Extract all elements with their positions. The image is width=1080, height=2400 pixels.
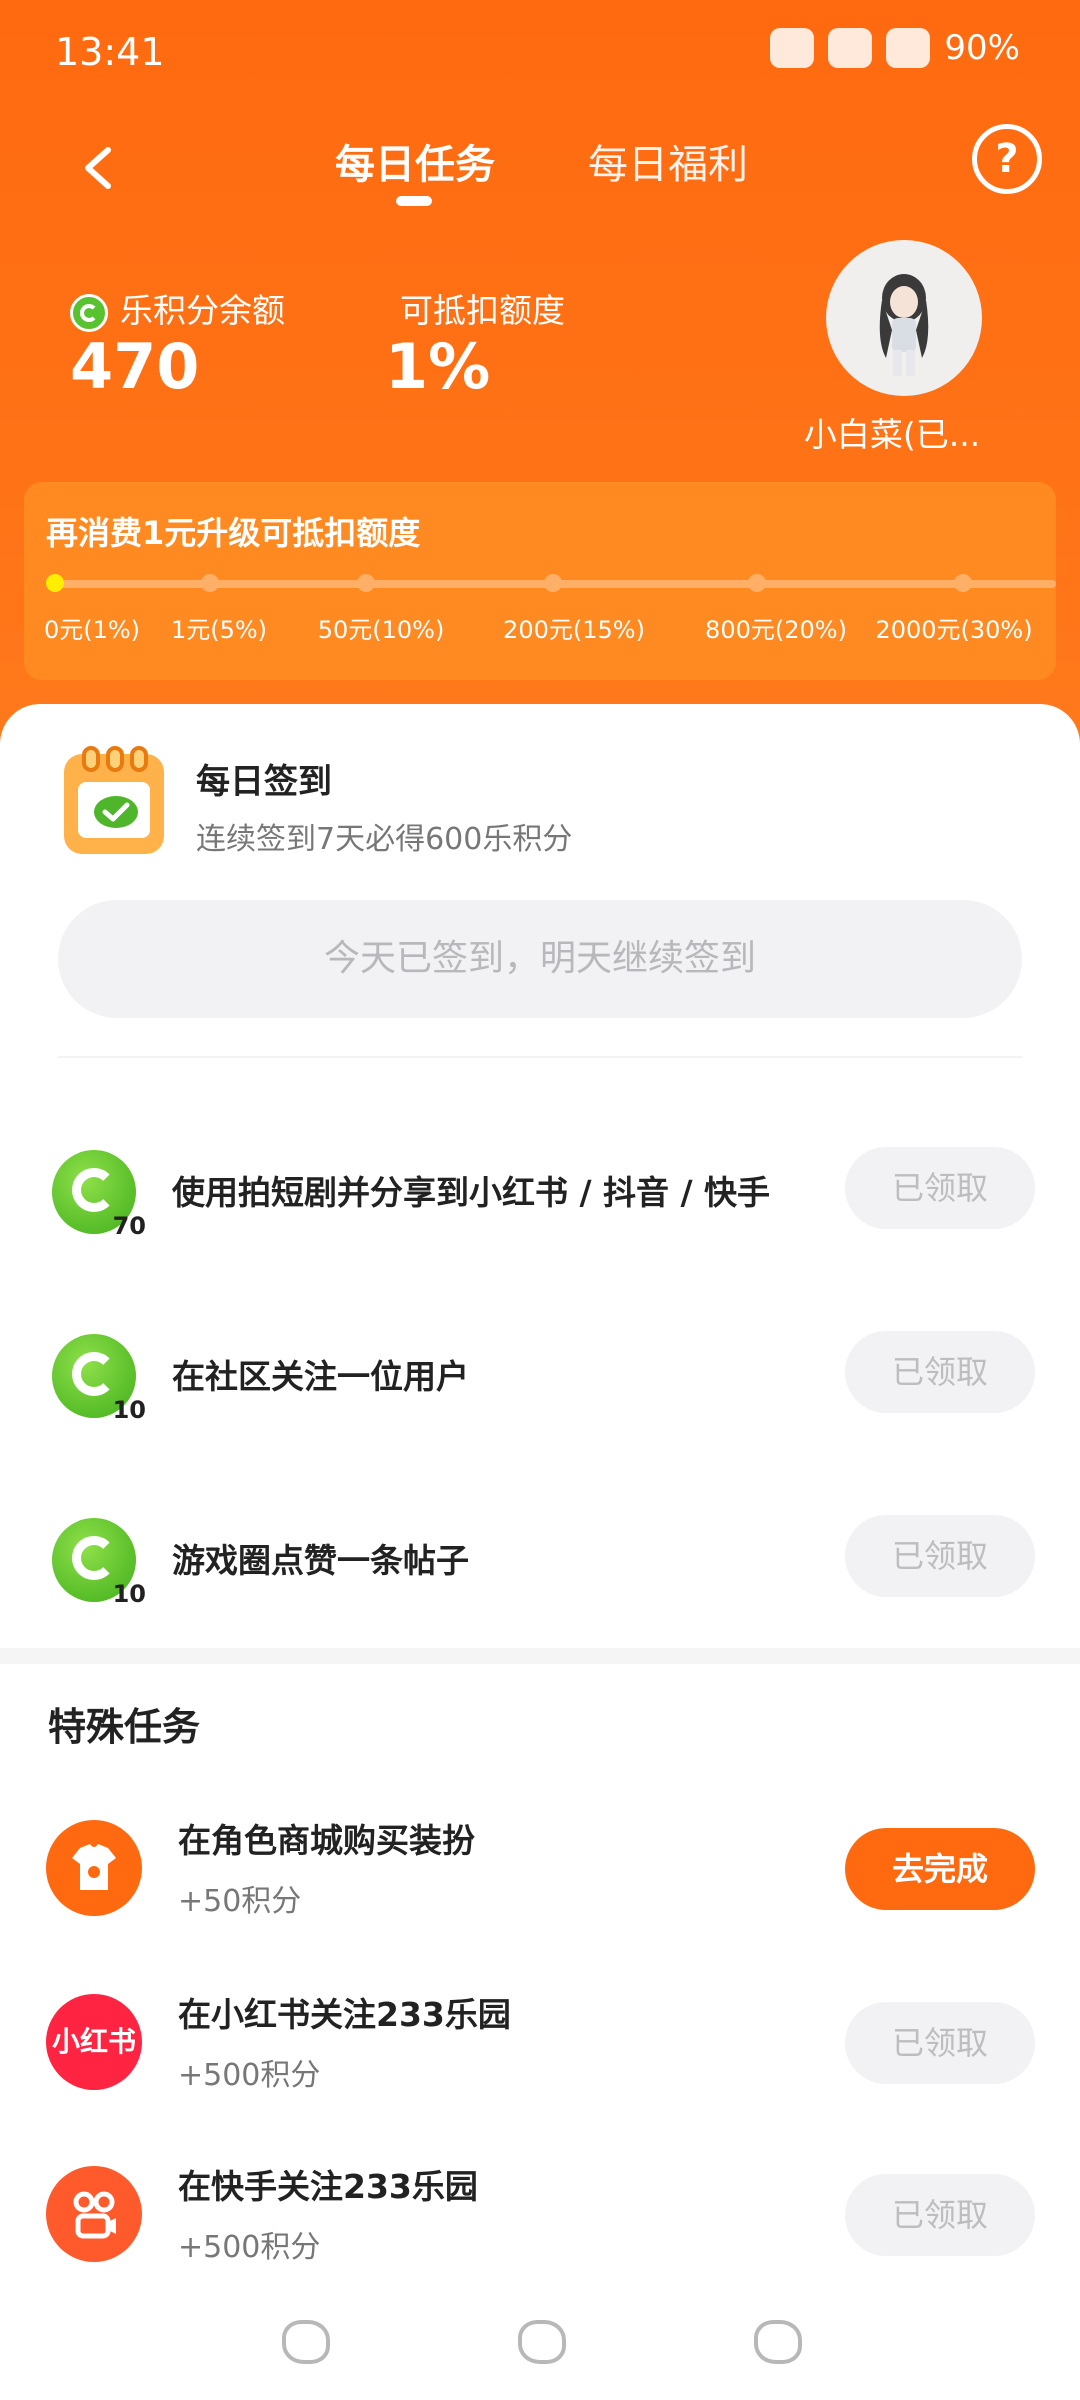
wifi-icon	[828, 28, 873, 68]
status-time: 13:41	[55, 30, 165, 74]
character-icon[interactable]	[518, 2320, 566, 2364]
chevron-left-icon	[85, 147, 111, 189]
kuaishou-icon	[46, 2166, 142, 2262]
special-task-title: 在快手关注233乐园	[178, 2167, 478, 2206]
top-nav: 每日任务 每日福利 ?	[0, 120, 1080, 230]
header-background: 13:41 90% 每日任务 每日福利 ? 乐积分余额 470 可抵扣额度 1%	[0, 0, 1080, 760]
points-label-row: 乐积分余额	[70, 284, 285, 332]
go-complete-button[interactable]: 去完成	[845, 1828, 1035, 1910]
level-dot	[544, 574, 562, 592]
task-label: 使用拍短剧并分享到小红书 / 抖音 / 快手	[172, 1173, 771, 1212]
level-tick-label: 1元(5%)	[170, 616, 268, 644]
help-button[interactable]: ?	[972, 124, 1042, 194]
special-section-title: 特殊任务	[48, 1705, 201, 1749]
shirt-icon	[46, 1820, 142, 1916]
tab-daily-welfare[interactable]: 每日福利	[588, 132, 748, 190]
bottom-icon-row	[0, 2320, 1080, 2390]
level-tick-label: 50元(10%)	[317, 616, 445, 644]
coin-points: 70	[112, 1212, 146, 1240]
signal-icon	[886, 28, 931, 68]
claimed-button[interactable]: 已领取	[845, 2002, 1035, 2084]
points-label: 乐积分余额	[120, 291, 285, 330]
special-task-reward: +50积分	[178, 1884, 302, 1919]
list-item: 10 在社区关注一位用户 已领取	[0, 1324, 1080, 1424]
claimed-button[interactable]: 已领取	[845, 1331, 1035, 1413]
coin-points: 10	[112, 1396, 146, 1424]
tab-daily-tasks[interactable]: 每日任务	[335, 132, 495, 190]
xiaohongshu-icon: 小红书	[46, 1994, 142, 2090]
avatar[interactable]	[826, 240, 982, 396]
special-task-title: 在小红书关注233乐园	[178, 1995, 511, 2034]
avatar-character-icon	[879, 274, 929, 376]
signin-button[interactable]: 今天已签到，明天继续签到	[58, 900, 1022, 1018]
task-sheet: 每日签到 连续签到7天必得600乐积分 今天已签到，明天继续签到 70 使用拍短…	[0, 704, 1080, 2400]
section-divider	[0, 1648, 1080, 1664]
level-dot	[748, 574, 766, 592]
claimed-button[interactable]: 已领取	[845, 1147, 1035, 1229]
divider	[58, 1056, 1022, 1058]
coin-icon: 70	[52, 1150, 146, 1240]
special-task-title: 在角色商城购买装扮	[178, 1821, 475, 1860]
coin-icon: 10	[52, 1334, 146, 1424]
level-tick-label: 800元(20%)	[705, 616, 847, 644]
level-title: 再消费1元升级可抵扣额度	[46, 514, 421, 552]
level-card: 再消费1元升级可抵扣额度 0元(1%) 1元(5%) 50元(10%) 200元…	[24, 482, 1056, 680]
level-dot	[46, 574, 64, 592]
list-item: 10 游戏圈点赞一条帖子 已领取	[0, 1508, 1080, 1608]
question-icon: ?	[995, 136, 1019, 182]
battery-level: 90%	[944, 28, 1020, 68]
points-value: 470	[70, 330, 200, 403]
level-tick-label: 2000元(30%)	[875, 616, 1033, 644]
status-bar: 13:41 90%	[0, 0, 1080, 100]
level-dot	[201, 574, 219, 592]
deduct-value: 1%	[385, 330, 491, 403]
status-icons: 90%	[770, 28, 1020, 68]
coin-icon	[70, 293, 108, 332]
signin-title: 每日签到	[196, 762, 332, 802]
claimed-button[interactable]: 已领取	[845, 1515, 1035, 1597]
level-dot	[357, 574, 375, 592]
back-button[interactable]	[70, 130, 130, 210]
list-item: 70 使用拍短剧并分享到小红书 / 抖音 / 快手 已领取	[0, 1140, 1080, 1240]
cloud-icon[interactable]	[282, 2320, 330, 2364]
deduct-label: 可抵扣额度	[400, 291, 565, 330]
special-task-reward: +500积分	[178, 2058, 321, 2093]
active-tab-indicator	[396, 196, 432, 206]
calendar-check-icon	[64, 746, 164, 854]
special-task-reward: +500积分	[178, 2230, 321, 2265]
star-icon[interactable]	[754, 2320, 802, 2364]
task-label: 在社区关注一位用户	[172, 1357, 469, 1396]
coin-points: 10	[112, 1580, 146, 1608]
level-tick-label: 200元(15%)	[503, 616, 645, 644]
level-tick-label: 0元(1%)	[43, 616, 141, 644]
task-label: 游戏圈点赞一条帖子	[172, 1541, 469, 1580]
level-dot	[954, 574, 972, 592]
claimed-button[interactable]: 已领取	[845, 2174, 1035, 2256]
signin-subtitle: 连续签到7天必得600乐积分	[196, 822, 573, 857]
username[interactable]: 小白菜(已...	[792, 408, 992, 456]
coin-icon: 10	[52, 1518, 146, 1608]
app-notification-icon	[770, 28, 815, 68]
